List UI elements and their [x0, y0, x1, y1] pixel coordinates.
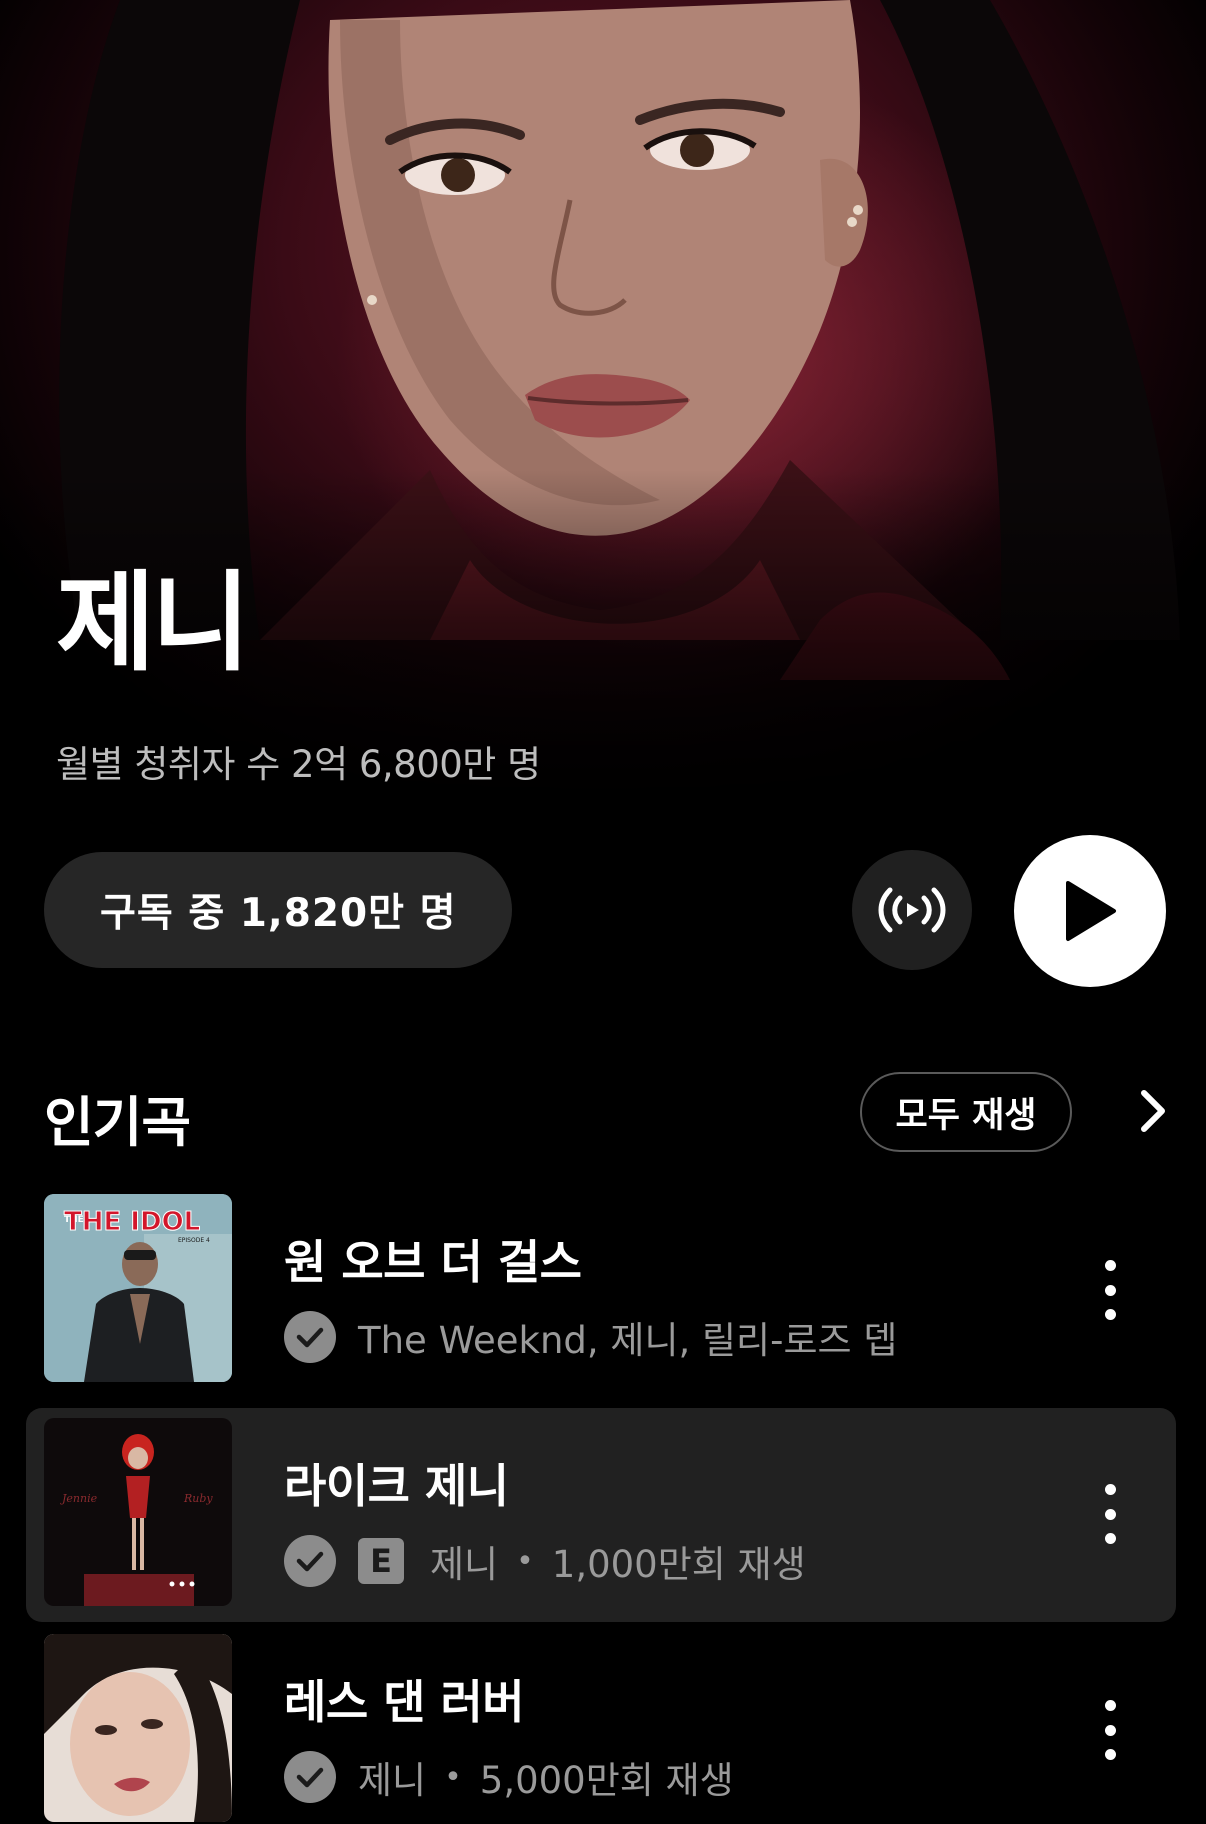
artist-name: 제니 — [56, 561, 251, 686]
track-meta: E 제니 • 1,000만회 재생 — [284, 1534, 806, 1588]
album-art — [44, 1634, 232, 1822]
popular-section-title: 인기곡 — [44, 1091, 191, 1154]
track-plays: 5,000만회 재생 — [479, 1759, 734, 1802]
album-art-left-text: Jennie — [60, 1492, 98, 1505]
more-vert-icon — [1104, 1484, 1116, 1495]
album-art: Jennie Ruby — [44, 1418, 232, 1606]
popular-more-button[interactable] — [1128, 1086, 1178, 1136]
track-row[interactable]: Jennie Ruby 라이크 제니 E 제니 • 1,000만회 재생 — [26, 1408, 1176, 1622]
track-title: 원 오브 더 걸스 — [284, 1235, 582, 1289]
artist-hero-image: 제니 월별 청취자 수 2억 6,800만 명 — [0, 0, 1206, 810]
track-artists: The Weeknd, 제니, 릴리-로즈 뎁 — [358, 1319, 898, 1362]
downloaded-check-icon — [284, 1535, 336, 1587]
track-more-button[interactable] — [1090, 1484, 1130, 1544]
radio-broadcast-icon — [878, 887, 946, 933]
album-art-right-text: Ruby — [183, 1492, 213, 1505]
track-meta: The Weeknd, 제니, 릴리-로즈 뎁 — [284, 1310, 897, 1364]
artist-page: 제니 월별 청취자 수 2억 6,800만 명 구독 중 1,820만 명 인기… — [0, 0, 1206, 1824]
album-art-the-idol: THE THE IDOL EPISODE 4 — [44, 1194, 232, 1382]
track-title: 라이크 제니 — [284, 1459, 509, 1513]
monthly-listeners: 월별 청취자 수 2억 6,800만 명 — [56, 743, 541, 786]
track-more-button[interactable] — [1090, 1260, 1130, 1320]
track-plays: 1,000만회 재생 — [551, 1543, 806, 1586]
explicit-badge: E — [358, 1538, 404, 1584]
radio-button[interactable] — [852, 850, 972, 970]
album-art-less-than-lover — [44, 1634, 232, 1822]
downloaded-check-icon — [284, 1311, 336, 1363]
track-more-button[interactable] — [1090, 1700, 1130, 1760]
album-art-sublabel: EPISODE 4 — [178, 1237, 210, 1244]
track-title: 레스 댄 러버 — [284, 1675, 525, 1729]
play-all-button[interactable]: 모두 재생 — [860, 1072, 1072, 1152]
album-art: THE THE IDOL EPISODE 4 — [44, 1194, 232, 1382]
subscribe-button[interactable]: 구독 중 1,820만 명 — [44, 852, 512, 968]
play-icon — [1066, 881, 1116, 941]
track-row[interactable]: THE THE IDOL EPISODE 4 원 오브 더 걸스 The Wee… — [26, 1184, 1176, 1398]
more-vert-icon — [1104, 1700, 1116, 1711]
more-vert-icon — [1104, 1260, 1116, 1271]
track-artists: 제니 — [358, 1759, 427, 1802]
downloaded-check-icon — [284, 1751, 336, 1803]
track-meta: 제니 • 5,000만회 재생 — [284, 1750, 734, 1804]
meta-separator: • — [444, 1759, 462, 1795]
meta-separator: • — [516, 1543, 534, 1579]
chevron-right-icon — [1141, 1090, 1165, 1132]
track-artists: 제니 — [430, 1543, 499, 1586]
play-button[interactable] — [1014, 835, 1166, 987]
album-art-ruby: Jennie Ruby — [44, 1418, 232, 1606]
album-art-label: THE IDOL — [64, 1207, 200, 1237]
track-row[interactable]: 레스 댄 러버 제니 • 5,000만회 재생 — [26, 1624, 1176, 1824]
